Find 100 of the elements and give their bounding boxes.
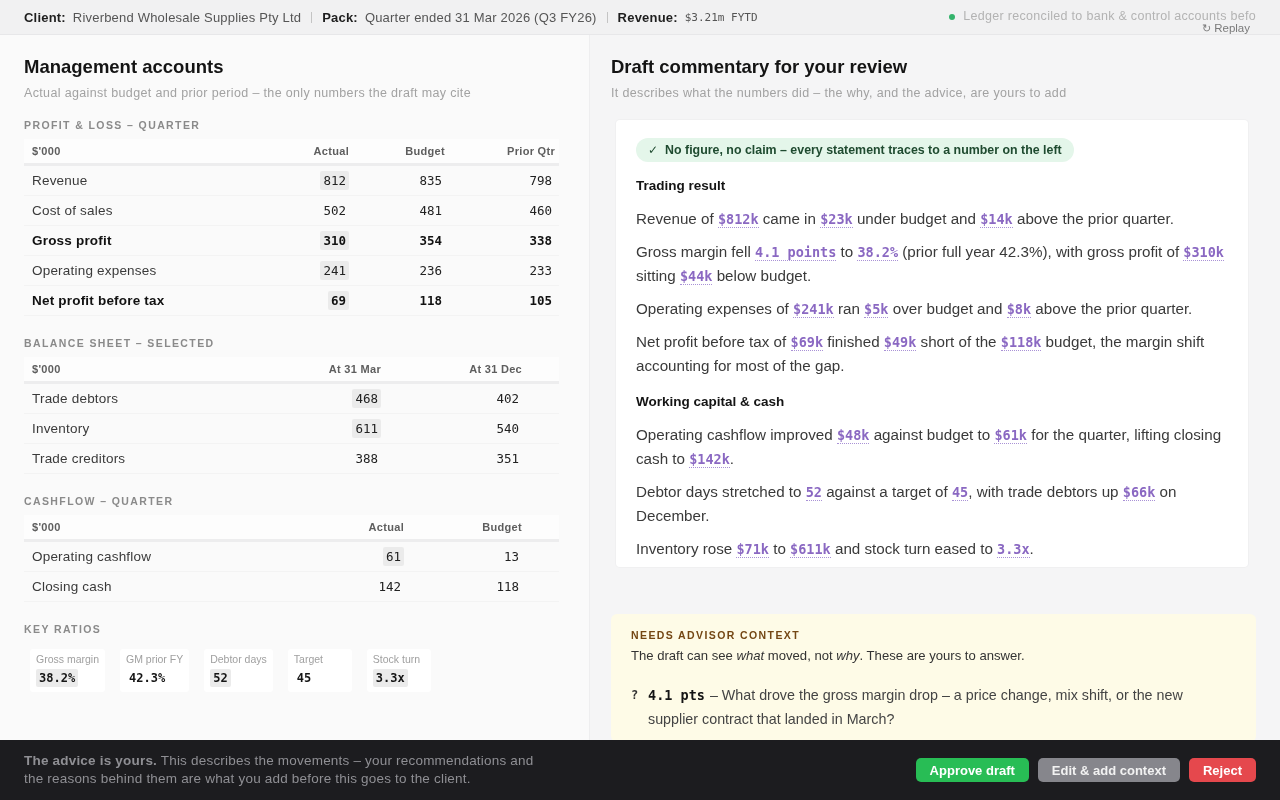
figure-link[interactable]: $310k <box>1183 244 1224 261</box>
section-label: CASHFLOW – QUARTER <box>24 494 175 508</box>
table-cell-text: 236 <box>418 262 443 280</box>
table-cell-text: 105 <box>528 292 553 310</box>
commentary-paragraph: Inventory rose $71k to $611k and stock turn eased to 3.3x. <box>636 539 1035 560</box>
row-label: Revenue <box>32 173 89 188</box>
ratio-value: 38.2% <box>36 669 79 687</box>
section-heading: Working capital & cash <box>636 393 786 411</box>
approve-button[interactable]: Approve draft <box>915 758 1029 782</box>
context-intro: The draft can see what moved, not why. These are yours to answer. <box>631 648 1026 664</box>
figure-link[interactable]: $8k <box>1006 301 1032 318</box>
table-cell-text: 118 <box>418 292 443 310</box>
ratio-label: Gross margin <box>36 652 99 666</box>
commentary-paragraph: Gross margin fell 4.1 points to 38.2% (prior full year 42.3%), with gross profit of $310k sitting $44k below budget. <box>636 242 1225 287</box>
ratio-label: GM prior FY <box>126 652 184 666</box>
table-cell-text: 118 <box>495 578 520 596</box>
table-cell: 241 <box>320 261 349 280</box>
field-value: Quarter ended 31 Mar 2026 (Q3 FY26) <box>364 9 597 25</box>
table-cell-text: 388 <box>354 450 379 468</box>
badge-text: No figure, no claim – every statement traces to a number on the left <box>665 143 1062 157</box>
table-cell: 61 <box>382 547 404 566</box>
table-cell-text: 835 <box>418 172 443 190</box>
ratio-value: 45 <box>295 670 313 687</box>
status-text: Ledger reconciled to bank & control accounts befo <box>963 9 1256 24</box>
column-header: Budget <box>404 145 445 157</box>
figure-link[interactable]: $611k <box>790 541 831 558</box>
figure-link[interactable]: 3.3x <box>997 541 1030 558</box>
table-cell-text: 540 <box>495 420 520 438</box>
column-header: Budget <box>481 521 522 533</box>
table-cell-text: 481 <box>418 202 443 220</box>
table-cell: 812 <box>320 171 349 190</box>
figure-link[interactable]: $118k <box>1000 334 1042 351</box>
row-label: Cost of sales <box>32 203 114 218</box>
circular-arrow-icon: ↻ <box>1202 22 1212 35</box>
section-heading: Trading result <box>636 177 727 195</box>
figure-link[interactable]: $241k <box>793 301 834 318</box>
ratio-value: 52 <box>210 669 231 687</box>
figure-link[interactable]: $48k <box>836 427 870 444</box>
table-cell-text: 233 <box>528 262 553 280</box>
row-label: Gross profit <box>32 233 113 248</box>
table-cell: 611 <box>352 419 381 438</box>
column-header: At 31 Mar <box>327 363 381 375</box>
figure-link[interactable]: $14k <box>980 211 1013 228</box>
panel-title: Draft commentary for your review <box>611 55 909 79</box>
ratio-value: 3.3x <box>372 669 408 687</box>
section-label: KEY RATIOS <box>24 622 103 636</box>
figure-link[interactable]: $812k <box>717 211 759 228</box>
row-label: Inventory <box>32 421 91 436</box>
commentary-paragraph: Operating cashflow improved $48k against budget to $61k for the quarter, lifting closing cash to $142k. <box>636 425 1223 470</box>
figure-link[interactable]: $44k <box>679 268 713 285</box>
panel-title: Management accounts <box>24 55 225 79</box>
figure-link[interactable]: 4.1 points <box>755 244 837 261</box>
table-cell-text: 502 <box>322 202 347 220</box>
ratio-label: Target <box>293 652 324 666</box>
row-label: Trade debtors <box>32 391 120 406</box>
column-header: Actual <box>367 521 404 533</box>
panel-subtitle: Actual against budget and prior period – the only numbers the draft may cite <box>24 85 472 101</box>
context-label: NEEDS ADVISOR CONTEXT <box>631 628 802 642</box>
question-marker: ? <box>631 687 640 704</box>
figure-link[interactable]: $23k <box>820 211 853 228</box>
figure-link[interactable]: $5k <box>864 301 889 318</box>
table-cell: 468 <box>352 389 381 408</box>
table-cell-text: 13 <box>502 548 520 566</box>
row-label: Net profit before tax <box>32 293 166 308</box>
panel-subtitle: It describes what the numbers did – the why, and the advice, are yours to add <box>611 85 1068 101</box>
replay-button[interactable]: ↻ Replay <box>1202 22 1250 35</box>
table-cell-text: 460 <box>528 202 553 220</box>
figure-link[interactable]: $71k <box>736 541 769 558</box>
figure-link[interactable]: $66k <box>1122 484 1156 501</box>
row-label: Operating expenses <box>32 263 158 278</box>
table-cell-text: 798 <box>528 172 553 190</box>
figure-link[interactable]: $142k <box>689 451 730 468</box>
row-label: Operating cashflow <box>32 549 153 564</box>
figure-link[interactable]: $49k <box>883 334 917 351</box>
column-header: $'000 <box>32 363 62 375</box>
column-header: Prior Qtr <box>506 145 555 157</box>
figure-link[interactable]: 52 <box>805 484 822 501</box>
column-header: $'000 <box>32 145 62 157</box>
ratio-label: Debtor days <box>210 652 267 666</box>
row-label: Trade creditors <box>32 451 127 466</box>
table-cell-text: 338 <box>528 232 553 250</box>
figure-link[interactable]: 38.2% <box>857 244 899 261</box>
figure-link[interactable]: $69k <box>790 334 823 351</box>
figure-link[interactable]: 45 <box>952 484 969 501</box>
edit-button[interactable]: Edit & add context <box>1037 758 1180 782</box>
field-value: Riverbend Wholesale Supplies Pty Ltd <box>72 9 302 25</box>
commentary-paragraph: Debtor days stretched to 52 against a target of 45, with trade debtors up $66k on December. <box>636 482 1178 526</box>
column-header: $'000 <box>32 521 62 533</box>
check-icon: ✓ <box>648 143 659 157</box>
table-cell-text: 402 <box>495 390 520 408</box>
field-label: Client: <box>24 9 66 25</box>
status-dot-icon <box>949 13 956 20</box>
commentary-paragraph: Revenue of $812k came in $23k under budget and $14k above the prior quarter. <box>636 209 1175 230</box>
reject-button[interactable]: Reject <box>1188 758 1256 782</box>
field-value: $3.21m FYTD <box>684 10 758 24</box>
question-text: 4.1 pts – What drove the gross margin drop – a price change, mix shift, or the new supplier contract that landed in March? <box>648 686 1184 729</box>
table-cell-text: 354 <box>418 232 443 250</box>
table-cell: 69 <box>327 291 349 310</box>
figure-link[interactable]: $61k <box>994 427 1027 444</box>
ratio-value: 42.3% <box>128 670 167 687</box>
